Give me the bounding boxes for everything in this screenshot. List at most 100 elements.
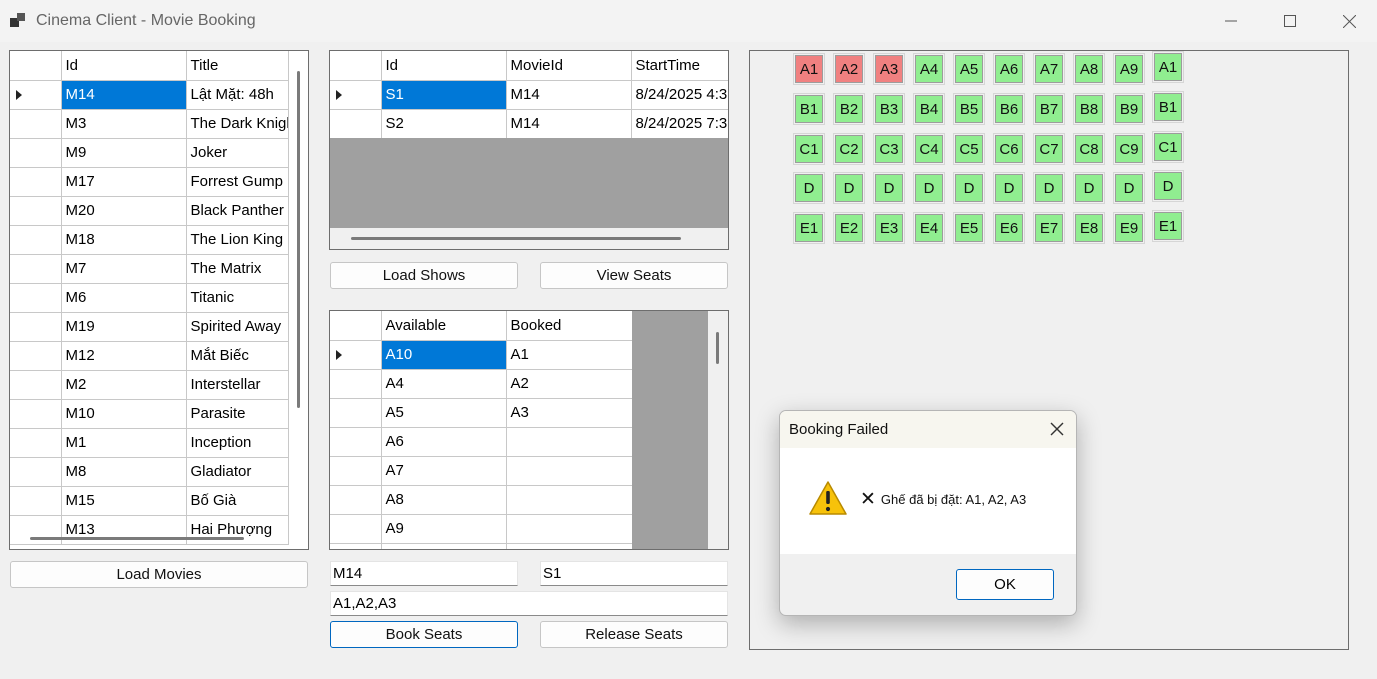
cell-id[interactable]: M15 xyxy=(61,486,187,516)
row-header[interactable] xyxy=(330,427,382,457)
seat-button[interactable]: B3 xyxy=(873,93,905,125)
movies-vertical-scroll-thumb[interactable] xyxy=(297,71,300,408)
seat-button[interactable]: D xyxy=(1152,170,1184,202)
seat-button[interactable]: E3 xyxy=(873,212,905,244)
seat-button[interactable]: B7 xyxy=(1033,93,1065,125)
row-header[interactable] xyxy=(10,167,62,197)
seat-button[interactable]: D xyxy=(833,172,865,204)
shows-horizontal-scroll-thumb[interactable] xyxy=(351,237,681,240)
cell-booked[interactable]: A2 xyxy=(506,369,633,399)
minimize-button[interactable] xyxy=(1208,6,1254,36)
seat-button[interactable]: C7 xyxy=(1033,133,1065,165)
cell-booked[interactable] xyxy=(506,543,633,549)
cell-starttime[interactable]: 8/24/2025 4:32 PM xyxy=(631,80,728,110)
row-header[interactable] xyxy=(10,399,62,429)
cell-title[interactable]: The Lion King xyxy=(186,225,289,255)
cell-title[interactable]: Mắt Biếc xyxy=(186,341,289,371)
cell-id[interactable]: M12 xyxy=(61,341,187,371)
seat-button[interactable]: A7 xyxy=(1033,53,1065,85)
seat-button[interactable]: A8 xyxy=(1073,53,1105,85)
cell-title[interactable]: Spirited Away xyxy=(186,312,289,342)
seat-button[interactable]: A9 xyxy=(1113,53,1145,85)
cell-booked[interactable] xyxy=(506,514,633,544)
cell-id[interactable]: S2 xyxy=(381,109,507,139)
seat-button[interactable]: C1 xyxy=(1152,131,1184,163)
table-row[interactable]: M15 Bố Già xyxy=(10,486,289,516)
table-row[interactable]: M14 Lật Mặt: 48h xyxy=(10,80,289,110)
movie-id-input[interactable]: M14 xyxy=(330,561,518,586)
cell-id[interactable]: M2 xyxy=(61,370,187,400)
seat-button[interactable]: C6 xyxy=(993,133,1025,165)
row-header[interactable] xyxy=(330,369,382,399)
row-header[interactable] xyxy=(330,456,382,486)
cell-id[interactable]: M18 xyxy=(61,225,187,255)
cell-title[interactable]: Parasite xyxy=(186,399,289,429)
seat-button[interactable]: E1 xyxy=(793,212,825,244)
cell-title[interactable]: Interstellar xyxy=(186,370,289,400)
seat-button[interactable]: D xyxy=(1073,172,1105,204)
seat-button[interactable]: E9 xyxy=(1113,212,1145,244)
dialog-ok-button[interactable]: OK xyxy=(956,569,1054,600)
seat-button[interactable]: B4 xyxy=(913,93,945,125)
cell-id[interactable]: S1 xyxy=(381,80,507,110)
seat-button[interactable]: C3 xyxy=(873,133,905,165)
row-header[interactable] xyxy=(10,80,62,110)
table-row[interactable]: M7 The Matrix xyxy=(10,254,289,284)
table-row[interactable]: M9 Joker xyxy=(10,138,289,168)
seat-button[interactable]: E6 xyxy=(993,212,1025,244)
cell-id[interactable]: M9 xyxy=(61,138,187,168)
cell-id[interactable]: M7 xyxy=(61,254,187,284)
seat-button[interactable]: B2 xyxy=(833,93,865,125)
seat-button[interactable]: A6 xyxy=(993,53,1025,85)
cell-title[interactable]: Bố Già xyxy=(186,486,289,516)
row-header[interactable] xyxy=(10,225,62,255)
cell-booked[interactable] xyxy=(506,485,633,515)
cell-available[interactable]: A5 xyxy=(381,398,507,428)
view-seats-button[interactable]: View Seats xyxy=(540,262,728,289)
row-header[interactable] xyxy=(10,341,62,371)
cell-id[interactable]: M17 xyxy=(61,167,187,197)
row-header[interactable] xyxy=(10,196,62,226)
seat-button[interactable]: C4 xyxy=(913,133,945,165)
cell-title[interactable]: The Dark Knight xyxy=(186,109,289,139)
table-row[interactable]: A10 A1 xyxy=(330,340,633,370)
table-row[interactable]: M10 Parasite xyxy=(10,399,289,429)
row-header[interactable] xyxy=(330,485,382,515)
seat-button[interactable]: E7 xyxy=(1033,212,1065,244)
seat-button[interactable]: A4 xyxy=(913,53,945,85)
seat-button[interactable]: C9 xyxy=(1113,133,1145,165)
seat-button[interactable]: D xyxy=(913,172,945,204)
cell-title[interactable]: Joker xyxy=(186,138,289,168)
seat-button[interactable]: A1 xyxy=(1152,51,1184,83)
cell-id[interactable]: M6 xyxy=(61,283,187,313)
seat-button[interactable]: C5 xyxy=(953,133,985,165)
seat-button[interactable]: E8 xyxy=(1073,212,1105,244)
cell-movieid[interactable]: M14 xyxy=(506,80,632,110)
seat-button[interactable]: D xyxy=(873,172,905,204)
cell-available[interactable]: A8 xyxy=(381,485,507,515)
cell-id[interactable]: M8 xyxy=(61,457,187,487)
seat-button[interactable]: B5 xyxy=(953,93,985,125)
seat-button[interactable]: E2 xyxy=(833,212,865,244)
seat-button[interactable]: B9 xyxy=(1113,93,1145,125)
row-header[interactable] xyxy=(10,109,62,139)
load-movies-button[interactable]: Load Movies xyxy=(10,561,308,588)
maximize-button[interactable] xyxy=(1267,6,1313,36)
table-row[interactable]: M18 The Lion King xyxy=(10,225,289,255)
table-row[interactable]: A9 xyxy=(330,514,633,544)
close-button[interactable] xyxy=(1326,6,1372,36)
seat-button[interactable]: B1 xyxy=(1152,91,1184,123)
cell-booked[interactable]: A3 xyxy=(506,398,633,428)
table-row[interactable]: A6 xyxy=(330,427,633,457)
table-row[interactable]: M20 Black Panther xyxy=(10,196,289,226)
table-row[interactable] xyxy=(330,543,633,549)
cell-available[interactable]: A9 xyxy=(381,514,507,544)
table-row[interactable]: M1 Inception xyxy=(10,428,289,458)
seat-button[interactable]: E1 xyxy=(1152,210,1184,242)
table-row[interactable]: M2 Interstellar xyxy=(10,370,289,400)
table-row[interactable]: A8 xyxy=(330,485,633,515)
seat-button[interactable]: D xyxy=(1033,172,1065,204)
cell-title[interactable]: Titanic xyxy=(186,283,289,313)
row-header[interactable] xyxy=(330,543,382,549)
cell-starttime[interactable]: 8/24/2025 7:32 PM xyxy=(631,109,728,139)
